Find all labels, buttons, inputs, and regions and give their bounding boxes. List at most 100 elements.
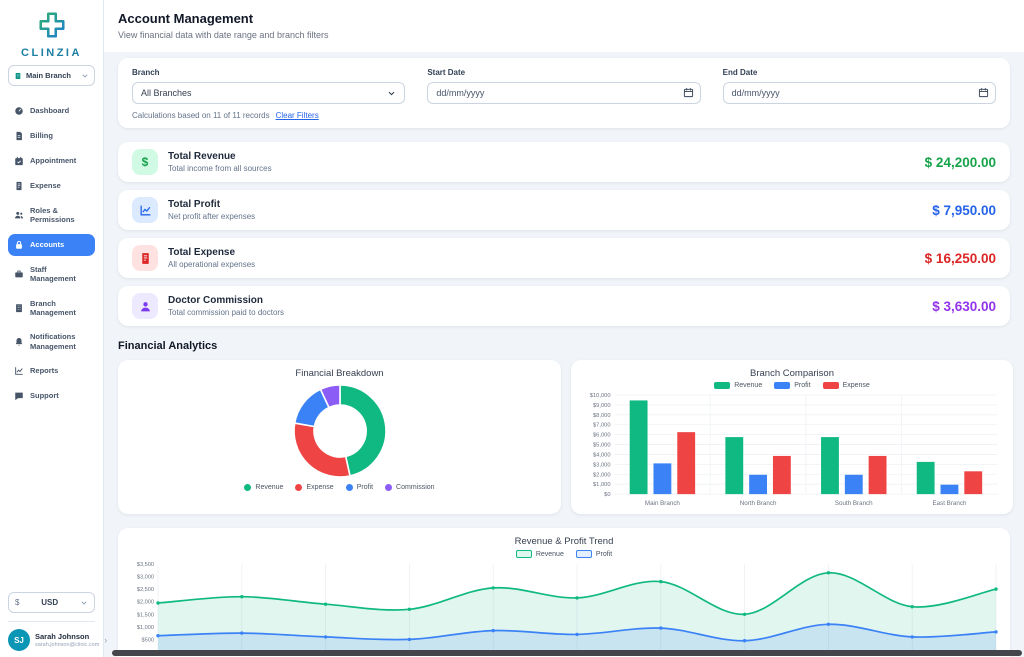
sidebar-item-support[interactable]: Support (8, 385, 95, 407)
sidebar-item-notifications-management[interactable]: Notifications Management (8, 326, 95, 357)
sidebar-item-staff-management[interactable]: Staff Management (8, 259, 95, 290)
legend-swatch (576, 550, 592, 558)
sidebar-item-billing[interactable]: Billing (8, 125, 95, 147)
sidebar-item-branch-management[interactable]: Branch Management (8, 293, 95, 324)
legend-item[interactable]: Profit (774, 382, 810, 389)
stat-title: Total Expense (168, 247, 255, 258)
horizontal-scrollbar-thumb[interactable] (112, 650, 1022, 656)
donut-chart-title: Financial Breakdown (295, 368, 383, 379)
bar-chart-legend: Revenue Profit Expense (714, 382, 870, 389)
branch-comparison-chart-card: Branch Comparison RevenueProfitExpense $… (571, 360, 1013, 514)
sidebar-item-expense[interactable]: Expense (8, 175, 95, 197)
stat-amount: $ 16,250.00 (925, 251, 996, 266)
svg-text:$3,500: $3,500 (137, 562, 154, 568)
legend-label: Revenue (255, 484, 283, 491)
svg-text:$2,000: $2,000 (137, 600, 154, 606)
start-date-input[interactable] (427, 82, 700, 104)
donut-legend: Revenue Expense Profit Commission (244, 484, 434, 491)
stat-subtitle: Net profit after expenses (168, 212, 255, 221)
svg-text:$5,000: $5,000 (593, 443, 611, 449)
svg-text:$3,000: $3,000 (137, 575, 154, 581)
start-date-label: Start Date (427, 68, 700, 77)
stat-amount: $ 7,950.00 (932, 203, 996, 218)
legend-item[interactable]: Revenue (244, 484, 283, 491)
legend-label: Profit (794, 382, 810, 389)
clinzia-logo-icon (37, 10, 67, 40)
main-content: Account Management View financial data w… (104, 0, 1024, 657)
lock-icon (14, 240, 24, 250)
sidebar: CLINZIA Main Branch Dashboard Billing Ap… (0, 0, 104, 657)
svg-text:$1,000: $1,000 (137, 625, 154, 631)
legend-label: Profit (596, 551, 612, 558)
user-name: Sarah Johnson (35, 632, 99, 641)
filter-card: Branch All Branches Start Date (118, 58, 1010, 128)
legend-item[interactable]: Revenue (516, 550, 564, 558)
receipt-icon (14, 181, 24, 191)
stat-title: Total Revenue (168, 151, 272, 162)
stat-subtitle: Total commission paid to doctors (168, 308, 284, 317)
legend-item[interactable]: Profit (346, 484, 373, 491)
building-icon (14, 303, 24, 313)
legend-label: Commission (396, 484, 435, 491)
sidebar-item-appointment[interactable]: Appointment (8, 150, 95, 172)
svg-text:$6,000: $6,000 (593, 433, 611, 439)
svg-text:$1,000: $1,000 (593, 482, 611, 488)
svg-text:$4,000: $4,000 (593, 452, 611, 458)
svg-text:South Branch: South Branch (835, 500, 873, 507)
stat-card-total-profit: Total Profit Net profit after expenses $… (118, 190, 1010, 230)
stat-card-total-expense: Total Expense All operational expenses $… (118, 238, 1010, 278)
stat-card-doctor-commission: Doctor Commission Total commission paid … (118, 286, 1010, 326)
chevron-down-icon (81, 72, 89, 80)
end-date-label: End Date (723, 68, 996, 77)
branch-selector[interactable]: Main Branch (8, 65, 95, 86)
end-date-input[interactable] (723, 82, 996, 104)
legend-swatch (244, 484, 251, 491)
legend-swatch (346, 484, 353, 491)
briefcase-icon (14, 269, 24, 279)
chevron-right-icon: › (104, 635, 107, 645)
stat-card-total-revenue: $ Total Revenue Total income from all so… (118, 142, 1010, 182)
revenue-profit-trend-chart-card: Revenue & Profit Trend RevenueProfit $0$… (118, 528, 1010, 657)
svg-text:$2,000: $2,000 (593, 472, 611, 478)
legend-item[interactable]: Expense (823, 382, 870, 389)
legend-swatch (295, 484, 302, 491)
legend-label: Expense (306, 484, 333, 491)
financial-breakdown-chart-card: Financial Breakdown Revenue Expense Profit… (118, 360, 561, 514)
branch-filter-label: Branch (132, 68, 405, 77)
branch-comparison-bar-chart[interactable]: $0$1,000$2,000$3,000$4,000$5,000$6,000$7… (577, 391, 1007, 508)
sidebar-item-roles-permissions[interactable]: Roles & Permissions (8, 200, 95, 231)
legend-item[interactable]: Commission (385, 484, 435, 491)
svg-text:$10,000: $10,000 (590, 393, 611, 399)
revenue-profit-trend-line-chart[interactable]: $0$500$1,000$1,500$2,000$2,500$3,000$3,5… (126, 560, 1002, 657)
bell-icon (14, 337, 24, 347)
trend-chart-title: Revenue & Profit Trend (515, 536, 614, 547)
sidebar-item-reports[interactable]: Reports (8, 360, 95, 382)
user-profile[interactable]: SJ Sarah Johnson sarah.johnson@clinic.co… (8, 621, 95, 651)
chart-line-icon (132, 197, 158, 223)
stat-subtitle: All operational expenses (168, 260, 255, 269)
sidebar-nav: Dashboard Billing Appointment Expense Ro… (8, 100, 95, 407)
legend-label: Expense (843, 382, 870, 389)
legend-swatch (516, 550, 532, 558)
sidebar-item-accounts[interactable]: Accounts (8, 234, 95, 256)
dollar-icon: $ (132, 149, 158, 175)
financial-breakdown-donut-chart[interactable] (290, 381, 390, 481)
legend-item[interactable]: Profit (576, 550, 612, 558)
legend-label: Revenue (536, 551, 564, 558)
branch-filter-select[interactable]: All Branches (132, 82, 405, 104)
clear-filters-link[interactable]: Clear Filters (276, 111, 319, 120)
currency-selector[interactable]: $ USD (8, 592, 95, 613)
logo: CLINZIA (8, 8, 95, 65)
chevron-down-icon (387, 89, 396, 98)
page-header: Account Management View financial data w… (104, 0, 1024, 52)
legend-item[interactable]: Revenue (714, 382, 762, 389)
svg-text:$2,500: $2,500 (137, 587, 154, 593)
avatar: SJ (8, 629, 30, 651)
chevron-down-icon (80, 599, 88, 607)
legend-item[interactable]: Expense (295, 484, 333, 491)
stat-subtitle: Total income from all sources (168, 164, 272, 173)
person-icon (132, 293, 158, 319)
sidebar-item-dashboard[interactable]: Dashboard (8, 100, 95, 122)
svg-text:East Branch: East Branch (932, 500, 966, 507)
records-note: Calculations based on 11 of 11 records (132, 111, 270, 120)
